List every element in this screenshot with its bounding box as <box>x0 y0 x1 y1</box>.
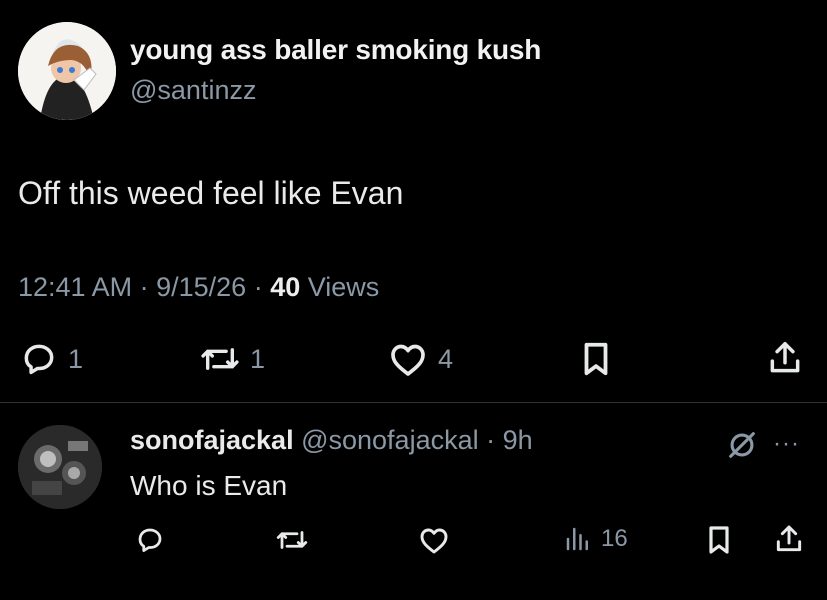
avatar[interactable] <box>18 22 116 120</box>
heart-icon <box>391 344 425 376</box>
reply-header: sonofajackal @sonofajackal · 9h <box>130 425 533 456</box>
reply-count: 1 <box>68 343 84 374</box>
bookmark-icon <box>584 342 608 376</box>
like-button[interactable]: 4 <box>388 340 453 378</box>
retweet-icon <box>276 531 308 549</box>
bookmark-icon <box>709 526 729 554</box>
grok-button[interactable] <box>725 428 759 467</box>
reply-age[interactable]: 9h <box>503 425 533 455</box>
meta-separator: · <box>478 425 503 455</box>
share-icon <box>770 342 800 373</box>
more-options-button[interactable]: ··· <box>773 430 800 458</box>
reply-icon <box>24 344 54 375</box>
share-button[interactable] <box>766 338 804 378</box>
reply-button[interactable]: 1 <box>20 340 83 378</box>
views-icon <box>566 527 588 551</box>
bookmark-button[interactable] <box>578 340 614 378</box>
tweet-text: Off this weed feel like Evan <box>18 175 404 211</box>
reply-text: Who is Evan <box>130 470 288 501</box>
grok-icon <box>729 432 755 458</box>
reply-display-name[interactable]: sonofajackal <box>130 425 294 455</box>
tweet-meta: 12:41 AM · 9/15/26 · 40 Views <box>18 272 379 303</box>
like-count: 4 <box>438 343 454 374</box>
meta-separator: · <box>253 272 271 302</box>
views-label: Views <box>307 272 380 302</box>
reply-handle[interactable]: @sonofajackal <box>301 425 479 455</box>
reply-views-button[interactable]: 16 <box>563 524 628 554</box>
reply-retweet-button[interactable] <box>275 525 309 555</box>
reply-share-button[interactable] <box>773 522 805 556</box>
meta-separator: · <box>139 272 157 302</box>
reply-bookmark-button[interactable] <box>705 524 733 556</box>
handle[interactable]: @santinzz <box>130 75 256 106</box>
reply-views-count: 16 <box>601 525 628 552</box>
more-icon: ··· <box>773 430 800 457</box>
heart-icon <box>420 528 448 554</box>
avatar-illustration <box>18 22 116 120</box>
reply-reply-button[interactable] <box>135 525 165 555</box>
tweet-date[interactable]: 9/15/26 <box>156 272 246 302</box>
display-name[interactable]: young ass baller smoking kush <box>130 34 541 66</box>
retweet-count: 1 <box>250 343 266 374</box>
retweet-icon <box>201 348 239 370</box>
reply-avatar[interactable] <box>18 425 102 509</box>
tweet-time[interactable]: 12:41 AM <box>18 272 132 302</box>
avatar-photo <box>18 425 102 509</box>
share-icon <box>776 525 802 552</box>
divider <box>0 402 827 403</box>
reply-icon <box>138 528 162 552</box>
reply-like-button[interactable] <box>418 525 450 555</box>
views-count: 40 <box>270 272 301 302</box>
retweet-button[interactable]: 1 <box>200 340 265 378</box>
